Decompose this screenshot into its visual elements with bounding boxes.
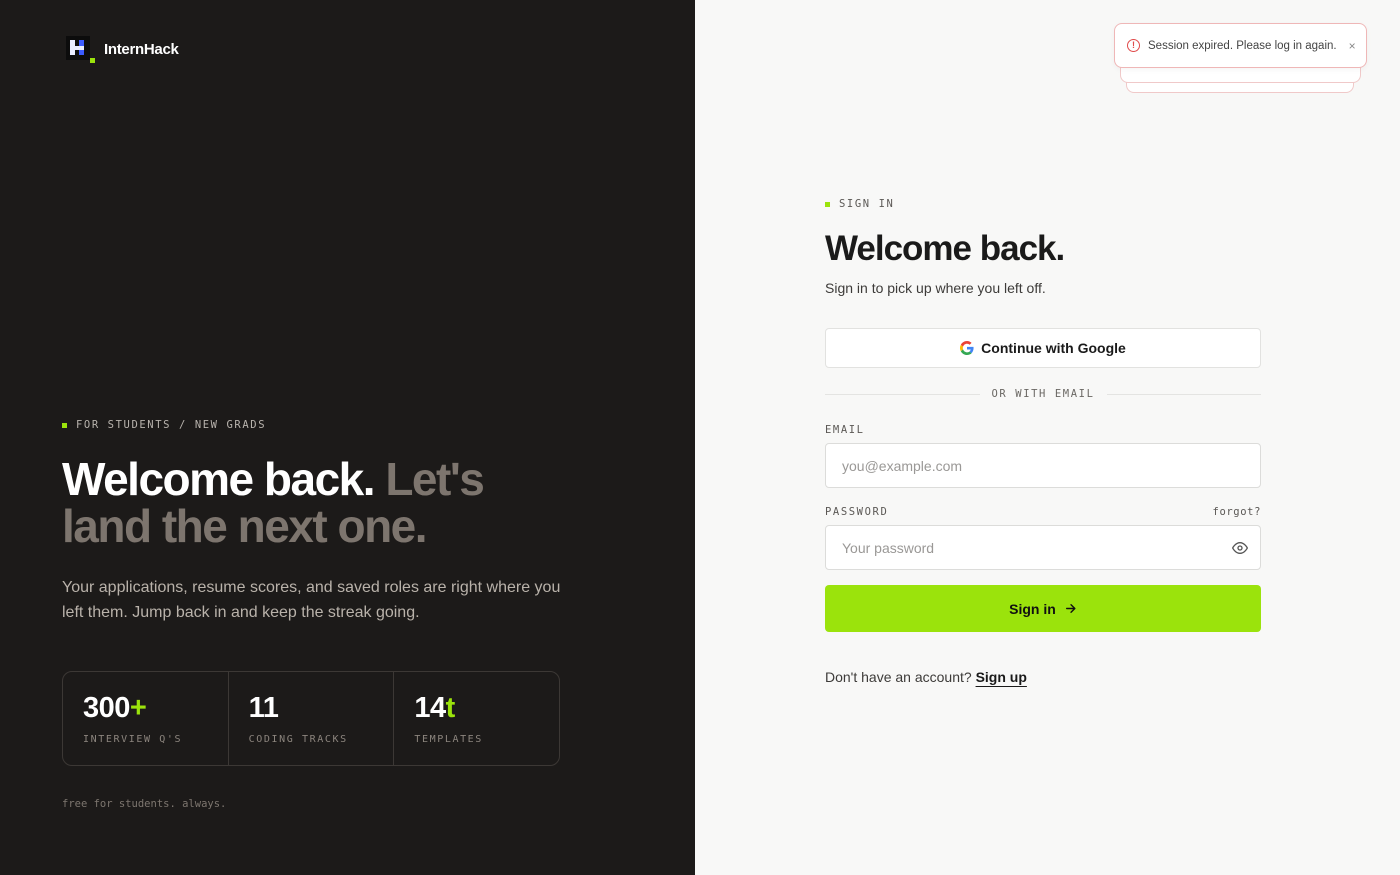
signup-row: Don't have an account? Sign up bbox=[825, 669, 1027, 685]
toast-message: Session expired. Please log in again. bbox=[1148, 39, 1337, 52]
toast-stack: ! Session expired. Please log in again. … bbox=[1114, 23, 1367, 98]
left-eyebrow-text: FOR STUDENTS / NEW GRADS bbox=[76, 419, 267, 431]
error-toast: ! Session expired. Please log in again. … bbox=[1114, 23, 1367, 68]
forgot-password-link[interactable]: forgot? bbox=[1213, 506, 1261, 518]
arrow-right-icon bbox=[1065, 604, 1076, 613]
hero-heading: Welcome back. Let's land the next one. bbox=[62, 456, 582, 550]
divider: OR WITH EMAIL bbox=[825, 388, 1262, 400]
signup-prompt: Don't have an account? bbox=[825, 669, 972, 685]
stat-label: INTERVIEW Q'S bbox=[83, 734, 183, 745]
stat-label: TEMPLATES bbox=[414, 734, 483, 745]
footnote: free for students. always. bbox=[62, 798, 227, 810]
hero-description: Your applications, resume scores, and sa… bbox=[62, 579, 561, 621]
stat-interview-questions: 300+ INTERVIEW Q'S bbox=[63, 672, 229, 765]
brand-name: InternHack bbox=[104, 40, 179, 58]
email-field[interactable] bbox=[826, 444, 1260, 487]
divider-line bbox=[825, 393, 980, 395]
accent-square-icon bbox=[825, 201, 830, 207]
stat-value: 14 bbox=[414, 692, 446, 724]
stat-value: 300 bbox=[83, 692, 130, 724]
stat-value-accent: t bbox=[445, 692, 456, 724]
stat-coding-tracks: 11 CODING TRACKS bbox=[229, 672, 395, 765]
brand-logo-icon bbox=[66, 36, 95, 63]
form-eyebrow-text: SIGN IN bbox=[839, 198, 895, 210]
hero-heading-primary: Welcome back. bbox=[62, 453, 376, 505]
google-signin-label: Continue with Google bbox=[981, 340, 1126, 356]
google-signin-button[interactable]: Continue with Google bbox=[825, 328, 1261, 368]
page-title: Welcome back. bbox=[825, 229, 1065, 268]
left-eyebrow: FOR STUDENTS / NEW GRADS bbox=[62, 419, 266, 431]
signin-button[interactable]: Sign in bbox=[825, 585, 1261, 632]
divider-line bbox=[1106, 393, 1262, 395]
divider-text: OR WITH EMAIL bbox=[991, 388, 1095, 400]
google-icon bbox=[960, 341, 974, 355]
accent-square-icon bbox=[62, 422, 67, 428]
page-subtitle: Sign in to pick up where you left off. bbox=[825, 280, 1046, 296]
email-field-box bbox=[825, 443, 1261, 488]
email-label: EMAIL bbox=[825, 424, 865, 436]
stat-value: 11 bbox=[248, 692, 279, 724]
eye-icon[interactable] bbox=[1232, 540, 1248, 556]
signin-button-label: Sign in bbox=[1009, 600, 1056, 617]
stats-card: 300+ INTERVIEW Q'S 11 CODING TRACKS 14t … bbox=[62, 671, 560, 766]
stat-label: CODING TRACKS bbox=[248, 734, 348, 745]
left-panel: InternHack FOR STUDENTS / NEW GRADS Welc… bbox=[0, 0, 695, 875]
password-label: PASSWORD bbox=[825, 506, 889, 518]
signup-link[interactable]: Sign up bbox=[976, 669, 1027, 685]
password-field[interactable] bbox=[826, 526, 1260, 569]
form-eyebrow: SIGN IN bbox=[825, 198, 894, 210]
alert-circle-icon: ! bbox=[1127, 39, 1140, 52]
stat-value-accent: + bbox=[129, 692, 147, 724]
close-icon[interactable]: × bbox=[1349, 39, 1356, 53]
brand[interactable]: InternHack bbox=[66, 36, 179, 63]
password-field-box bbox=[825, 525, 1261, 570]
stat-templates: 14t TEMPLATES bbox=[394, 672, 559, 765]
